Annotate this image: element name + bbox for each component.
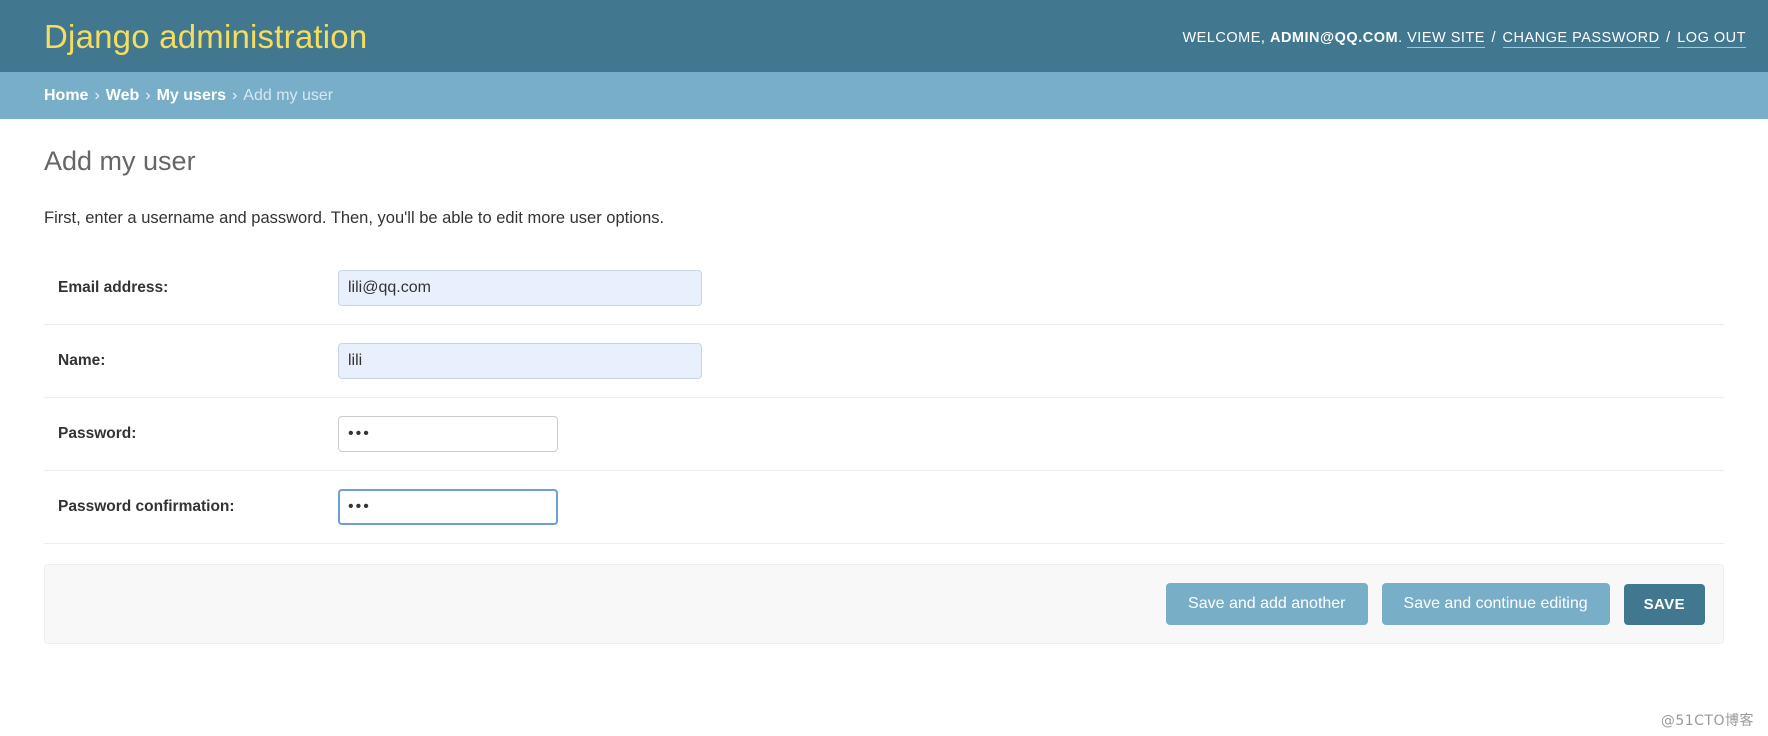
user-tools-separator-2: /: [1666, 30, 1671, 46]
user-tools: WELCOME, ADMIN@QQ.COM. VIEW SITE / CHANG…: [1182, 26, 1746, 48]
change-password-link[interactable]: CHANGE PASSWORD: [1502, 30, 1660, 48]
submit-row: Save and add another Save and continue e…: [44, 564, 1724, 645]
label-name: Name:: [58, 352, 106, 370]
breadcrumb-separator: ›: [94, 87, 100, 104]
field-wrap-name: [338, 343, 1724, 380]
label-password-confirmation: Password confirmation:: [58, 498, 235, 516]
site-header: Django administration WELCOME, ADMIN@QQ.…: [0, 0, 1768, 72]
password-input[interactable]: [338, 416, 558, 453]
breadcrumb-item-home[interactable]: Home: [44, 87, 88, 105]
watermark: @51CTO博客: [1660, 713, 1754, 729]
branding: Django administration: [44, 20, 367, 53]
label-email-address: Email address:: [58, 279, 169, 297]
welcome-prefix: WELCOME,: [1182, 30, 1266, 46]
form-row-password-confirmation: Password confirmation:: [44, 471, 1724, 545]
main-content: Add my user First, enter a username and …: [0, 119, 1768, 645]
site-title[interactable]: Django administration: [44, 20, 367, 53]
field-wrap-email-address: [338, 270, 1724, 307]
form-help-text: First, enter a username and password. Th…: [44, 209, 665, 228]
username-suffix: .: [1398, 30, 1403, 46]
breadcrumb-item-current: Add my user: [243, 87, 334, 104]
password-confirmation-input[interactable]: [338, 489, 558, 526]
page-title: Add my user: [44, 146, 196, 176]
field-wrap-password-confirmation: [338, 489, 1724, 526]
current-username: ADMIN@QQ.COM: [1269, 30, 1399, 46]
label-password: Password:: [58, 425, 137, 443]
log-out-link[interactable]: LOG OUT: [1677, 30, 1746, 48]
email-address-input[interactable]: [338, 270, 702, 307]
breadcrumb: Home › Web › My users › Add my user: [0, 72, 1768, 119]
name-input[interactable]: [338, 343, 702, 380]
save-and-continue-editing-button[interactable]: Save and continue editing: [1381, 583, 1610, 626]
breadcrumb-separator: ›: [231, 87, 238, 104]
add-my-user-form: Email address: Name: Password: Password …: [44, 252, 1724, 645]
breadcrumb-separator: ›: [145, 87, 151, 104]
save-and-add-another-button[interactable]: Save and add another: [1166, 583, 1368, 626]
field-wrap-password: [338, 416, 1724, 453]
breadcrumb-item-my-users[interactable]: My users: [157, 87, 226, 105]
breadcrumb-item-web[interactable]: Web: [106, 87, 139, 105]
form-row-email-address: Email address:: [44, 252, 1724, 326]
form-row-name: Name:: [44, 325, 1724, 399]
view-site-link[interactable]: VIEW SITE: [1407, 30, 1485, 48]
save-button[interactable]: SAVE: [1623, 583, 1705, 625]
user-tools-separator-1: /: [1491, 30, 1497, 46]
form-row-password: Password:: [44, 398, 1724, 472]
